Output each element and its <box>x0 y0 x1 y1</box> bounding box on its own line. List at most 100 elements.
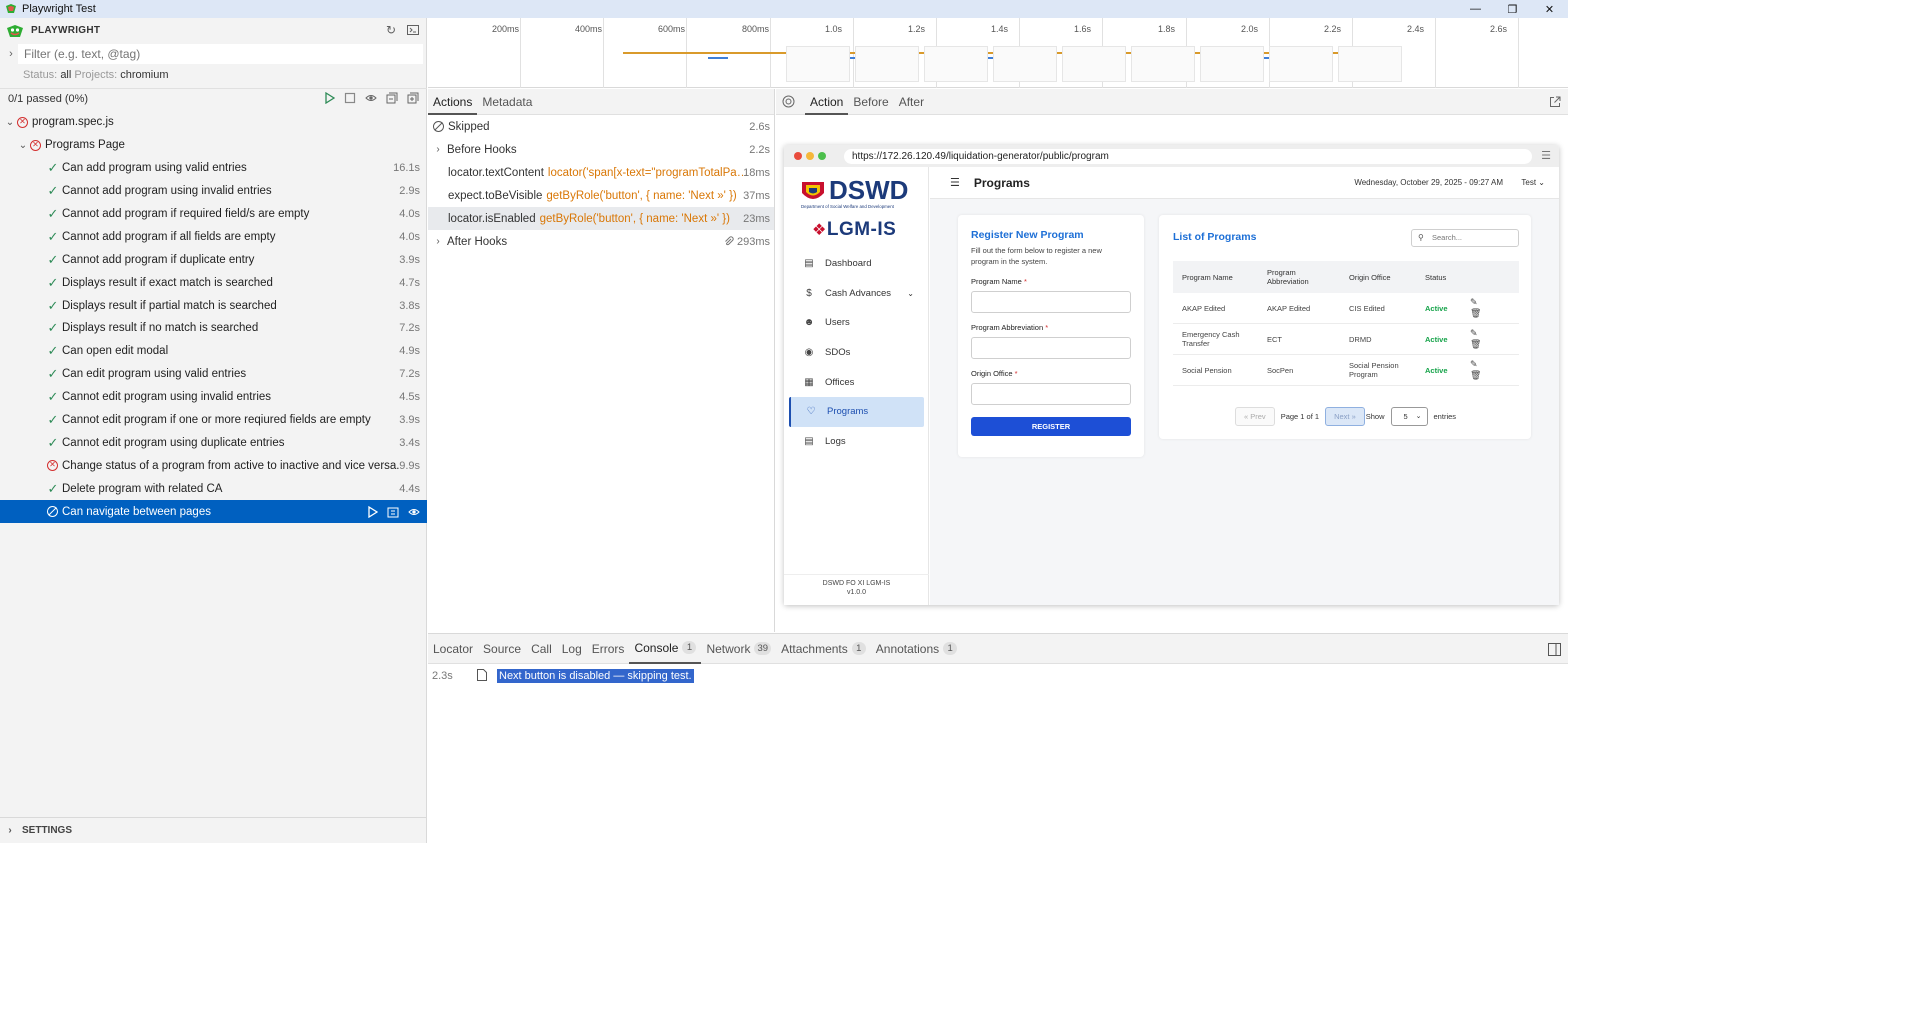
chevron-down-icon[interactable]: ⌄ <box>17 140 29 151</box>
timeline-thumbnail[interactable] <box>1062 46 1126 82</box>
reload-icon[interactable]: ↻ <box>384 23 398 37</box>
tab-console[interactable]: Console 1 <box>629 634 702 664</box>
test-item[interactable]: ✓ Delete program with related CA 4.4s <box>0 477 427 500</box>
nav-logs[interactable]: ▤ Logs <box>789 427 924 457</box>
nav-programs[interactable]: ♡ Programs <box>789 396 924 427</box>
timeline-thumbnail[interactable] <box>1338 46 1402 82</box>
stop-icon[interactable] <box>344 92 356 104</box>
trash-icon[interactable]: 🗑 <box>1470 339 1481 349</box>
hamburger-menu-icon[interactable]: ☰ <box>1541 149 1551 162</box>
toggle-layout-icon[interactable] <box>1548 643 1561 656</box>
edit-icon[interactable]: ✎ <box>1470 328 1478 338</box>
nav-dashboard[interactable]: ▤ Dashboard <box>789 249 924 279</box>
action-row-textcontent[interactable]: locator.textContent locator('span[x-text… <box>428 161 774 184</box>
next-button[interactable]: Next » <box>1325 407 1365 426</box>
tab-annotations[interactable]: Annotations 1 <box>871 634 962 664</box>
open-source-icon[interactable] <box>387 506 399 518</box>
attachment-icon[interactable] <box>723 236 734 247</box>
tab-source[interactable]: Source <box>478 634 526 664</box>
test-item[interactable]: ✓ Displays result if partial match is sea… <box>0 294 427 317</box>
test-item[interactable]: ✓ Can edit program using valid entries 7.2… <box>0 363 427 386</box>
test-item[interactable]: ✓ Cannot edit program using duplicate ent… <box>0 431 427 454</box>
nav-cash-advances[interactable]: $ Cash Advances ⌄ <box>789 279 924 309</box>
expand-all-icon[interactable] <box>407 92 419 104</box>
tab-network[interactable]: Network 39 <box>701 634 776 664</box>
test-item[interactable]: ✓ Cannot add program if all fields are em… <box>0 225 427 248</box>
edit-icon[interactable]: ✎ <box>1470 359 1478 369</box>
action-row-isenabled[interactable]: locator.isEnabled getByRole('button', { … <box>428 207 774 230</box>
restore-icon[interactable]: ❐ <box>1494 0 1531 18</box>
chevron-down-icon[interactable]: ⌄ <box>907 289 914 298</box>
timeline-thumbnail[interactable] <box>855 46 919 82</box>
timeline-thumbnail[interactable] <box>786 46 850 82</box>
chevron-right-icon[interactable]: › <box>432 236 444 247</box>
timeline-thumbnail[interactable] <box>1269 46 1333 82</box>
user-menu[interactable]: Test ⌄ <box>1521 178 1545 187</box>
tab-actions[interactable]: Actions <box>428 89 478 115</box>
status-filter[interactable]: Status: all Projects: chromium <box>23 69 169 81</box>
tab-errors[interactable]: Errors <box>587 634 630 664</box>
tab-metadata[interactable]: Metadata <box>477 89 537 115</box>
test-item[interactable]: ✓ Displays result if no match is searched… <box>0 317 427 340</box>
watch-icon[interactable] <box>365 92 377 104</box>
tab-before[interactable]: Before <box>848 89 893 115</box>
chevron-down-icon[interactable]: ⌄ <box>4 117 16 128</box>
timeline-thumbnail[interactable] <box>1131 46 1195 82</box>
nav-sdos[interactable]: ◉ SDOs <box>789 338 924 368</box>
trash-icon[interactable]: 🗑 <box>1470 370 1481 380</box>
per-page-select[interactable]: 5 ⌄ <box>1390 407 1428 426</box>
console-entry[interactable]: 2.3s Next button is disabled — skipping … <box>432 666 694 686</box>
watch-icon[interactable] <box>408 506 420 518</box>
test-item[interactable]: Can navigate between pages <box>0 500 427 524</box>
tab-log[interactable]: Log <box>557 634 587 664</box>
test-item[interactable]: ✓ Cannot add program if duplicate entry 3.… <box>0 248 427 271</box>
minimize-icon[interactable]: — <box>1457 0 1494 18</box>
test-item[interactable]: ✓ Can open edit modal 4.9s <box>0 340 427 363</box>
test-item[interactable]: ✓ Cannot edit program using invalid entri… <box>0 386 427 409</box>
program-abbreviation-input[interactable] <box>971 337 1131 359</box>
chevron-right-icon[interactable]: › <box>4 825 16 836</box>
run-all-icon[interactable] <box>323 92 335 104</box>
test-item[interactable]: ✓ Cannot add program if required field/s … <box>0 203 427 226</box>
test-item[interactable]: ✓ Cannot edit program if one or more reqi… <box>0 409 427 432</box>
test-item[interactable]: ✓ Displays result if exact match is searc… <box>0 271 427 294</box>
nav-users[interactable]: ☻ Users <box>789 308 924 338</box>
trash-icon[interactable]: 🗑 <box>1470 308 1481 318</box>
target-icon[interactable] <box>782 95 795 108</box>
collapse-all-icon[interactable] <box>386 92 398 104</box>
timeline[interactable]: 200ms 400ms 600ms 800ms 1.0s 1.2s 1.4s 1.6s 1.8s… <box>428 18 1568 88</box>
close-icon[interactable]: ✕ <box>1531 0 1568 18</box>
search-input[interactable]: ⚲ Search... <box>1411 229 1519 247</box>
tab-action[interactable]: Action <box>805 89 849 115</box>
test-item[interactable]: ✓ Cannot add program using invalid entrie… <box>0 180 427 203</box>
register-button[interactable]: REGISTER <box>971 417 1131 436</box>
file-node[interactable]: ⌄ ✕ program.spec.js <box>0 111 427 134</box>
action-row-after-hooks[interactable]: › After Hooks 293ms <box>428 230 774 253</box>
test-item[interactable]: ✓ Can add program using valid entries 16.1… <box>0 157 427 180</box>
prev-button[interactable]: « Prev <box>1235 407 1275 426</box>
filter-input[interactable] <box>18 44 423 64</box>
tab-locator[interactable]: Locator <box>428 634 478 664</box>
terminal-icon[interactable] <box>406 23 420 37</box>
run-icon[interactable] <box>366 505 378 518</box>
edit-icon[interactable]: ✎ <box>1470 297 1478 307</box>
tab-attachments[interactable]: Attachments 1 <box>776 634 871 664</box>
url-bar[interactable]: https://172.26.120.49/liquidation-genera… <box>844 148 1532 164</box>
settings-section[interactable]: › SETTINGS <box>0 817 427 843</box>
action-row-skipped[interactable]: Skipped 2.6s <box>428 115 774 138</box>
menu-toggle-icon[interactable]: ☰ <box>950 176 960 189</box>
test-item[interactable]: ✕ Change status of a program from active … <box>0 454 427 477</box>
nav-offices[interactable]: ▦ Offices <box>789 367 924 397</box>
tab-call[interactable]: Call <box>526 634 557 664</box>
chevron-right-icon[interactable]: › <box>432 144 444 155</box>
origin-office-input[interactable] <box>971 383 1131 405</box>
tab-after[interactable]: After <box>894 89 929 115</box>
action-row-before-hooks[interactable]: › Before Hooks 2.2s <box>428 138 774 161</box>
timeline-thumbnail[interactable] <box>993 46 1057 82</box>
timeline-thumbnail[interactable] <box>924 46 988 82</box>
open-external-icon[interactable] <box>1549 96 1561 108</box>
suite-node[interactable]: ⌄ ✕ Programs Page <box>0 134 427 157</box>
timeline-thumbnail[interactable] <box>1200 46 1264 82</box>
action-row-tobevisible[interactable]: expect.toBeVisible getByRole('button', {… <box>428 184 774 207</box>
program-name-input[interactable] <box>971 291 1131 313</box>
